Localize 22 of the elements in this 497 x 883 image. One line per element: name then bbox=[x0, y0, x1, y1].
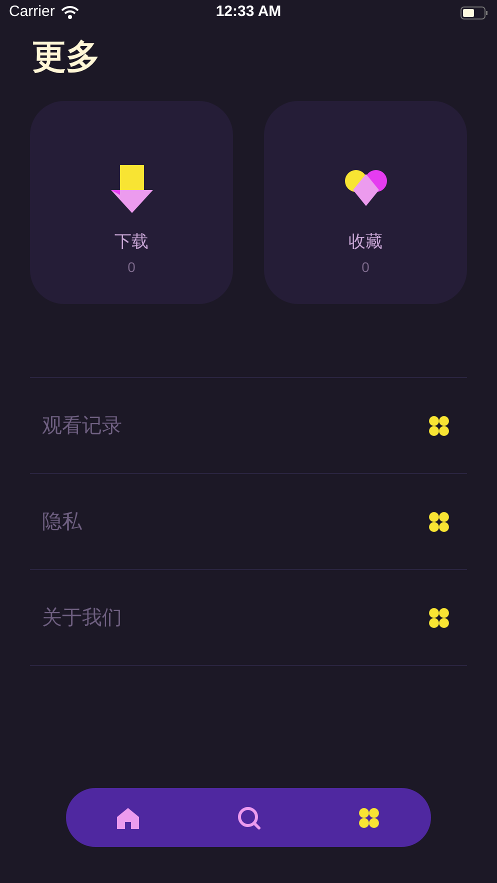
feature-card[interactable]: 收藏 0 bbox=[264, 101, 467, 304]
down-arrow-icon bbox=[110, 165, 152, 213]
battery-icon bbox=[460, 6, 488, 20]
feature-card[interactable]: 下载 0 bbox=[30, 101, 233, 304]
card-label: 下载 bbox=[114, 231, 148, 253]
menu-row[interactable]: 观看记录 bbox=[30, 378, 467, 474]
page-title: 更多 bbox=[32, 37, 101, 78]
clock: 12:33 AM bbox=[216, 2, 282, 22]
card-count: 0 bbox=[362, 258, 370, 277]
card-count: 0 bbox=[128, 258, 136, 277]
heart-icon bbox=[344, 170, 386, 208]
menu-row[interactable]: 隐私 bbox=[30, 474, 467, 570]
four-dots-icon bbox=[428, 414, 450, 436]
card-label: 收藏 bbox=[348, 231, 382, 253]
menu-label: 关于我们 bbox=[42, 606, 122, 630]
menu-row[interactable]: 关于我们 bbox=[30, 570, 467, 666]
four-dots-icon bbox=[428, 606, 450, 628]
four-dots-icon bbox=[428, 510, 450, 532]
menu-label: 隐私 bbox=[42, 510, 82, 534]
wifi-icon bbox=[60, 6, 79, 19]
carrier-label: Carrier bbox=[9, 2, 55, 22]
menu-label: 观看记录 bbox=[42, 414, 122, 438]
